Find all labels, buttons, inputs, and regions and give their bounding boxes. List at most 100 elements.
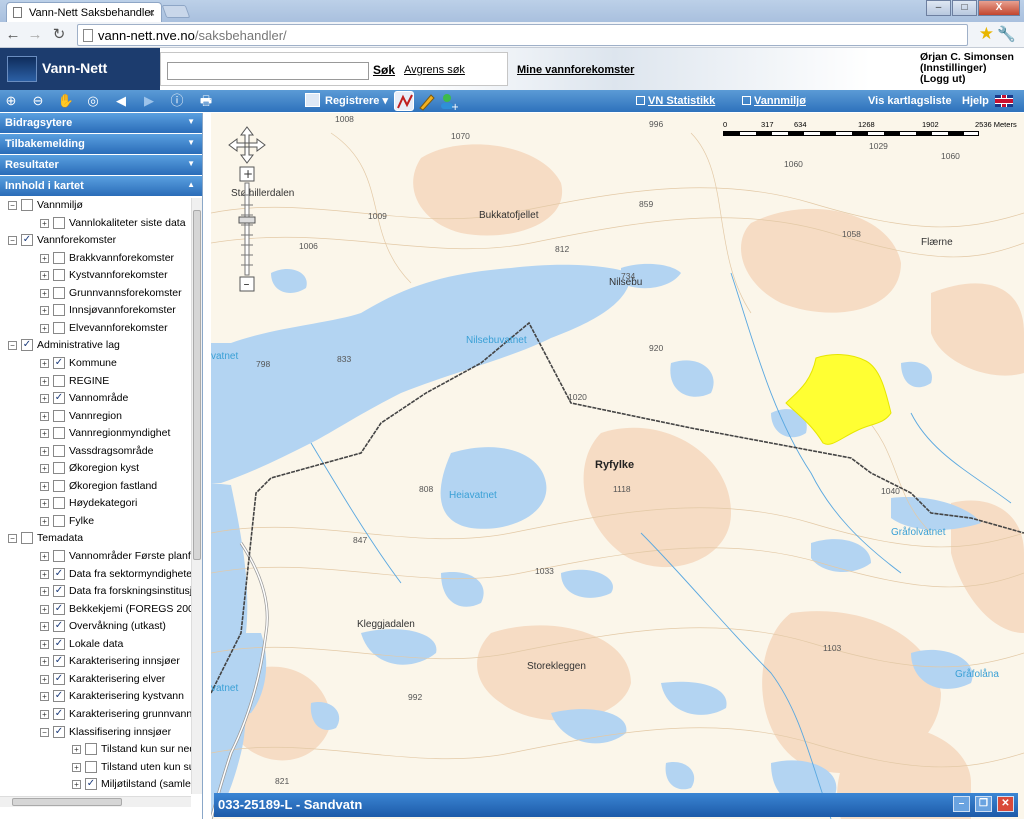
expand-icon[interactable]: +	[40, 376, 49, 386]
layer-checkbox[interactable]	[21, 532, 33, 545]
search-button[interactable]: Søk	[373, 63, 395, 77]
layer-checkbox[interactable]: ✓	[85, 778, 97, 791]
accordion-tilbakemelding[interactable]: Tilbakemelding ▼	[0, 134, 202, 154]
expand-icon[interactable]: +	[40, 446, 49, 456]
vis-kartlagsliste-link[interactable]: Vis kartlagsliste	[868, 95, 952, 107]
layer-checkbox[interactable]: ✓	[53, 690, 65, 703]
expand-icon[interactable]: +	[40, 358, 49, 368]
expand-icon[interactable]: +	[40, 253, 49, 263]
expand-icon[interactable]: +	[40, 464, 49, 474]
map-view[interactable]: Stølhillerdalen Bukkatofjellet Nilsebu Flær…	[211, 113, 1024, 819]
layer-checkbox[interactable]: ✓	[53, 725, 65, 738]
layer-checkbox[interactable]	[53, 286, 65, 299]
expand-icon[interactable]: +	[40, 692, 49, 702]
layer-checkbox[interactable]	[85, 760, 97, 773]
layer-checkbox[interactable]: ✓	[53, 707, 65, 720]
close-window-button[interactable]: X	[978, 0, 1020, 16]
expand-icon[interactable]: +	[40, 306, 49, 316]
vn-statistikk-link[interactable]: VN Statistikk	[636, 95, 715, 107]
back-arrow-icon[interactable]: ◀	[112, 92, 130, 110]
logout-link[interactable]: (Logg ut)	[920, 74, 1014, 85]
zoom-area-icon[interactable]: ◎	[84, 92, 102, 110]
expand-icon[interactable]: +	[40, 323, 49, 333]
expand-icon[interactable]: +	[40, 674, 49, 684]
tree-horizontal-scrollbar[interactable]	[0, 796, 191, 807]
expand-icon[interactable]: +	[40, 657, 49, 667]
feature-info-bar[interactable]: 033-25189-L - Sandvatn – ❐ ✕	[214, 793, 1018, 817]
scroll-thumb[interactable]	[12, 798, 122, 806]
forward-icon[interactable]: →	[26, 26, 44, 44]
vannmiljo-link[interactable]: Vannmiljø	[742, 95, 806, 107]
expand-icon[interactable]: +	[40, 481, 49, 491]
layer-checkbox[interactable]: ✓	[21, 234, 33, 247]
expand-icon[interactable]: +	[40, 429, 49, 439]
scroll-thumb[interactable]	[193, 210, 201, 560]
expand-icon[interactable]: +	[72, 745, 81, 755]
print-icon[interactable]: 🖶	[197, 92, 215, 110]
layer-checkbox[interactable]	[53, 462, 65, 475]
tab-close-icon[interactable]: ×	[148, 6, 155, 20]
info-icon[interactable]: ⓘ	[168, 92, 186, 110]
tree-vertical-scrollbar[interactable]	[191, 198, 202, 794]
uk-flag-icon[interactable]	[995, 95, 1013, 107]
zoom-out-icon[interactable]: ⊖	[29, 92, 47, 110]
expand-icon[interactable]: +	[40, 569, 49, 579]
layer-checkbox[interactable]	[53, 304, 65, 317]
maximize-button[interactable]: □	[952, 0, 977, 16]
expand-icon[interactable]: +	[40, 288, 49, 298]
address-bar[interactable]: vann-nett.nve.no/saksbehandler/	[77, 24, 968, 46]
expand-icon[interactable]: +	[40, 552, 49, 561]
new-tab-button[interactable]	[161, 5, 191, 18]
pan-hand-icon[interactable]: ✋	[57, 92, 75, 110]
reload-icon[interactable]: ↻	[50, 26, 68, 44]
expand-icon[interactable]: +	[40, 639, 49, 649]
layer-checkbox[interactable]	[53, 374, 65, 387]
layer-checkbox[interactable]	[53, 479, 65, 492]
layer-checkbox[interactable]	[53, 269, 65, 282]
layer-checkbox[interactable]	[53, 216, 65, 229]
layer-checkbox[interactable]	[53, 427, 65, 440]
layer-checkbox[interactable]: ✓	[53, 567, 65, 580]
restore-panel-button[interactable]: ❐	[975, 796, 992, 812]
layer-checkbox[interactable]: ✓	[53, 392, 65, 405]
help-link[interactable]: Hjelp	[962, 95, 989, 107]
collapse-icon[interactable]: −	[40, 727, 49, 737]
collapse-icon[interactable]: −	[8, 534, 17, 544]
expand-icon[interactable]: +	[40, 709, 49, 719]
refine-search-link[interactable]: Avgrens søk	[404, 64, 465, 76]
bookmark-star-icon[interactable]: ★	[979, 24, 994, 44]
expand-icon[interactable]: +	[40, 218, 49, 228]
expand-icon[interactable]: +	[40, 411, 49, 421]
add-user-icon[interactable]: +	[438, 91, 459, 113]
expand-icon[interactable]: +	[40, 499, 49, 509]
search-input[interactable]	[167, 62, 369, 80]
accordion-bidragsytere[interactable]: Bidragsytere ▼	[0, 113, 202, 133]
draw-line-icon[interactable]	[394, 91, 414, 111]
brand[interactable]: Vann-Nett	[0, 48, 160, 90]
layer-checkbox[interactable]	[53, 514, 65, 527]
my-waterbodies-link[interactable]: Mine vannforekomster	[517, 64, 634, 76]
layer-checkbox[interactable]: ✓	[53, 637, 65, 650]
close-panel-button[interactable]: ✕	[997, 796, 1014, 812]
wrench-icon[interactable]: 🔧	[997, 25, 1016, 43]
accordion-innhold-i-kartet[interactable]: Innhold i kartet ▲	[0, 176, 202, 196]
layer-checkbox[interactable]: ✓	[53, 356, 65, 369]
layer-checkbox[interactable]: ✓	[53, 602, 65, 615]
registrere-menu[interactable]: Registrere ▾	[305, 93, 388, 107]
layer-checkbox[interactable]	[53, 321, 65, 334]
minimize-panel-button[interactable]: –	[953, 796, 970, 812]
expand-icon[interactable]: +	[72, 780, 81, 790]
layer-checkbox[interactable]: ✓	[53, 672, 65, 685]
back-icon[interactable]: ←	[4, 26, 22, 44]
collapse-icon[interactable]: −	[8, 341, 17, 351]
layer-checkbox[interactable]: ✓	[53, 655, 65, 668]
expand-icon[interactable]: +	[40, 394, 49, 404]
layer-checkbox[interactable]	[53, 251, 65, 264]
layer-checkbox[interactable]: ✓	[53, 585, 65, 598]
expand-icon[interactable]: +	[40, 587, 49, 597]
layer-checkbox[interactable]	[21, 199, 33, 211]
layer-checkbox[interactable]	[53, 550, 65, 562]
minimize-button[interactable]: –	[926, 0, 951, 16]
layer-checkbox[interactable]: ✓	[21, 339, 33, 352]
layer-checkbox[interactable]	[53, 444, 65, 457]
